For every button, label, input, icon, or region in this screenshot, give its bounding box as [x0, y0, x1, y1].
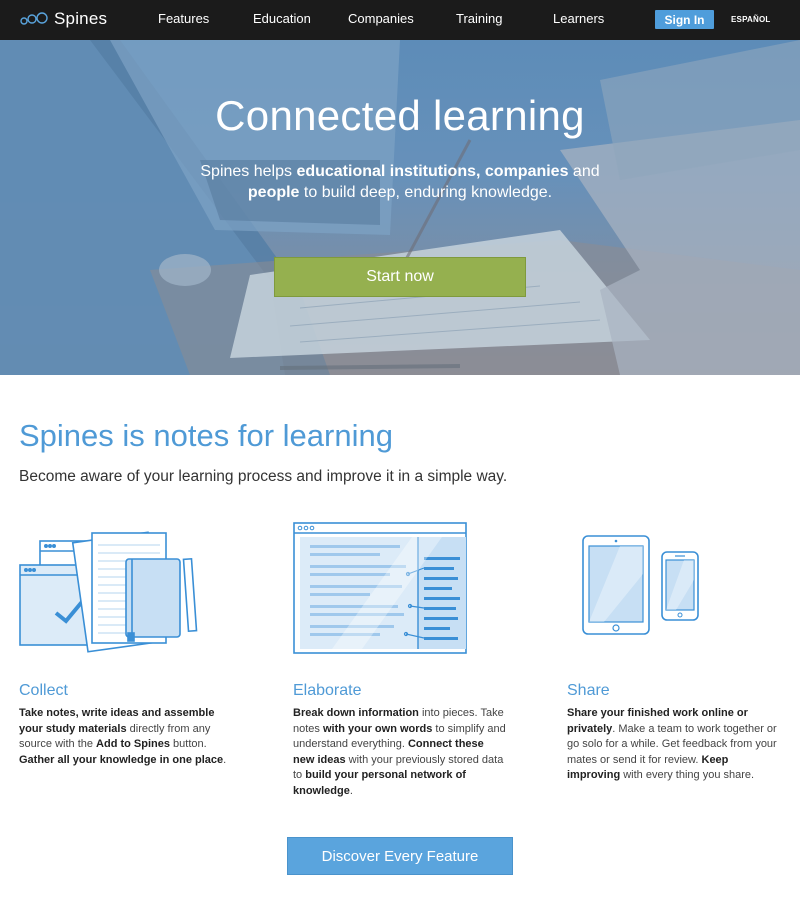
feature-text-bold: Add to Spines — [96, 738, 170, 750]
feature-title-elaborate: Elaborate — [293, 682, 362, 699]
hero-subtitle-bold: people — [247, 184, 300, 201]
devices-icon — [582, 535, 699, 635]
hero-subtitle-bold: educational institutions, companies — [296, 163, 569, 180]
nav-link-learners[interactable]: Learners — [553, 11, 604, 26]
spines-logo-icon — [20, 12, 48, 25]
hero-subtitle-part: Spines helps — [200, 163, 297, 180]
hero-subtitle-part: to build deep, enduring knowledge. — [299, 184, 553, 201]
hero-banner: Connected learning Spines helps educatio… — [0, 40, 800, 375]
feature-text-part: . — [223, 753, 227, 766]
top-navbar: Spines Features Education Companies Trai… — [0, 0, 800, 40]
discover-features-button[interactable]: Discover Every Feature — [287, 837, 513, 875]
nav-link-features[interactable]: Features — [158, 11, 209, 26]
feature-title-share: Share — [567, 682, 610, 699]
section-subtitle: Become aware of your learning process an… — [19, 468, 508, 485]
feature-text-elaborate: Break down information into pieces. Take… — [293, 706, 508, 799]
sign-in-button[interactable]: Sign In — [655, 10, 714, 29]
brand-name: Spines — [54, 9, 108, 28]
feature-text-bold: Break down information — [293, 707, 419, 719]
start-now-button[interactable]: Start now — [274, 257, 526, 297]
elaborate-icon — [293, 522, 467, 654]
feature-title-collect: Collect — [19, 682, 68, 699]
hero-background-image — [0, 40, 800, 375]
feature-text-collect: Take notes, write ideas and assemble you… — [19, 706, 234, 768]
collect-icon — [19, 531, 198, 653]
brand-logo[interactable]: Spines — [20, 8, 107, 30]
nav-link-education[interactable]: Education — [253, 11, 311, 26]
feature-text-bold: build your personal network of knowledge — [293, 769, 466, 797]
feature-text-part: button. — [170, 738, 207, 750]
nav-link-training[interactable]: Training — [456, 11, 502, 26]
feature-text-share: Share your finished work online or priva… — [567, 706, 782, 784]
feature-text-part: . — [349, 784, 353, 797]
feature-text-bold: Gather all your knowledge in one place — [19, 753, 224, 766]
section-title: Spines is notes for learning — [19, 418, 393, 453]
hero-title: Connected learning — [215, 92, 585, 139]
hero-subtitle-part: and — [568, 163, 600, 180]
nav-link-companies[interactable]: Companies — [348, 11, 414, 26]
feature-text-part: with every thing you share. — [620, 769, 755, 781]
language-switch[interactable]: ESPAÑOL — [731, 15, 770, 24]
feature-text-bold: with your own words — [322, 722, 433, 735]
hero-subtitle: Spines helps educational institutions, c… — [200, 161, 600, 203]
